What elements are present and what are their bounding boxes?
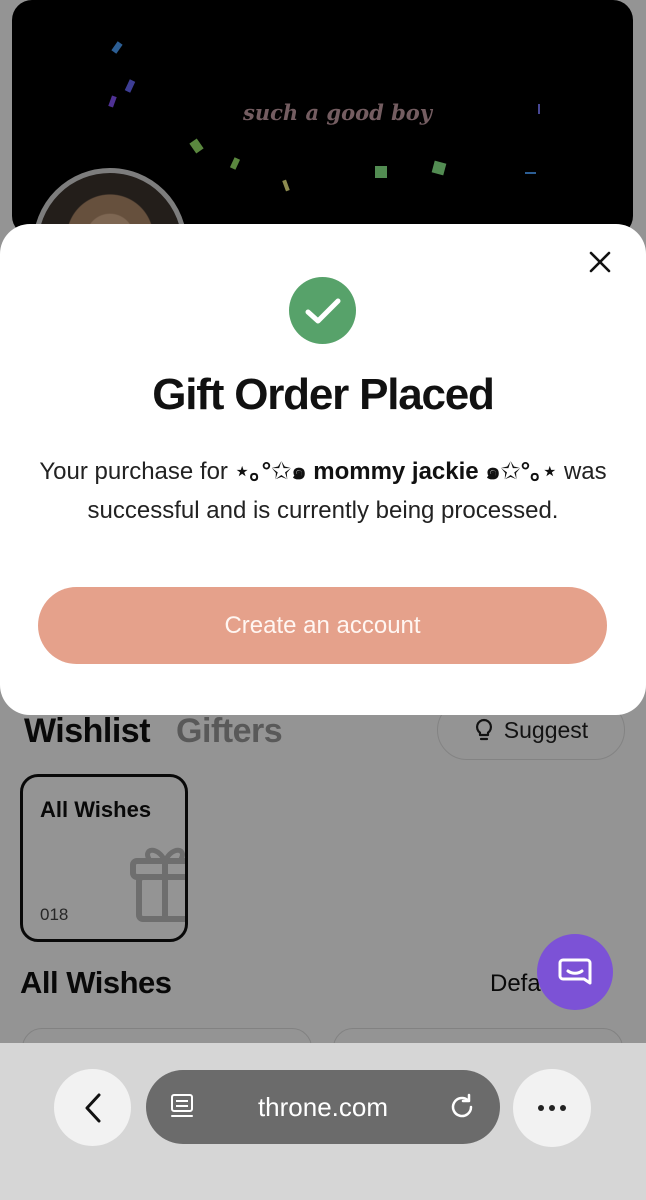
modal-message: Your purchase for ⋆｡°✩๑ mommy jackie ๑✩°… [30,452,616,530]
message-prefix: Your purchase for [39,458,228,485]
chevron-left-icon [85,1093,100,1122]
more-dot [560,1105,566,1111]
chat-icon [558,958,592,985]
checkmark-icon [305,298,340,323]
reload-icon[interactable] [447,1092,477,1122]
success-badge [289,277,356,344]
page-menu-icon[interactable] [170,1092,196,1122]
modal-title: Gift Order Placed [152,370,495,419]
url-text[interactable]: throne.com [196,1092,450,1123]
chat-button[interactable] [537,934,613,1010]
back-button[interactable] [54,1069,131,1146]
more-button[interactable] [513,1069,591,1147]
close-button[interactable] [582,244,618,280]
create-account-button[interactable]: Create an account [38,587,607,664]
close-icon [589,251,611,273]
more-dot [538,1105,544,1111]
more-dot [549,1105,555,1111]
recipient-name: ⋆｡°✩๑ mommy jackie ๑✩°｡⋆ [234,458,558,485]
